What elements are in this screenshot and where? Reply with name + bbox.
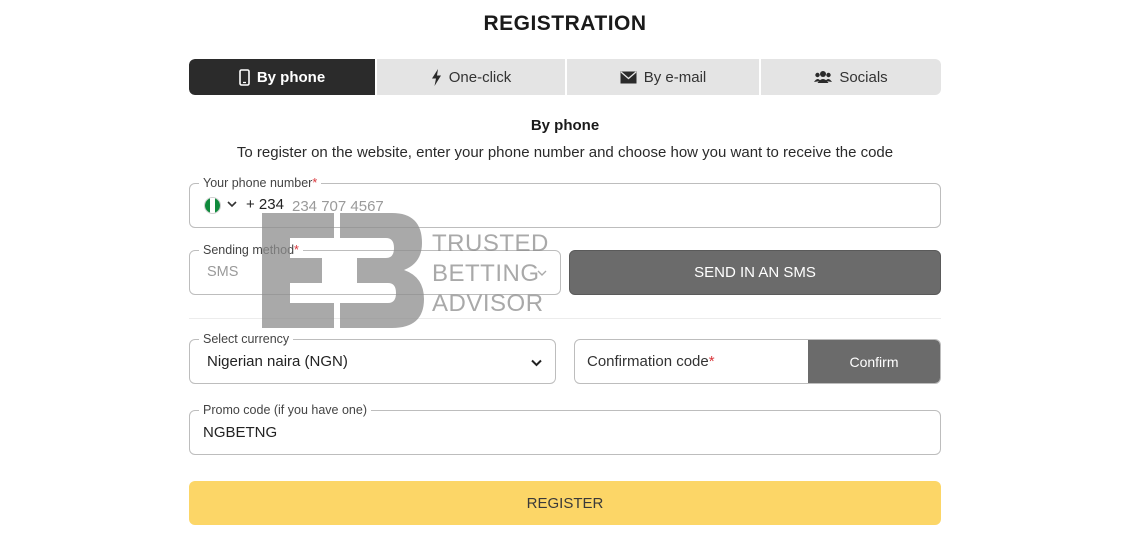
divider	[189, 318, 941, 319]
tab-by-phone[interactable]: By phone	[189, 59, 377, 95]
lightning-icon	[431, 68, 441, 86]
promo-code-value: NGBETNG	[203, 424, 278, 441]
sending-method-label: Sending method*	[199, 242, 303, 258]
register-button[interactable]: REGISTER	[189, 481, 941, 525]
confirmation-code-placeholder: Confirmation code*	[587, 353, 715, 370]
users-icon	[814, 71, 833, 83]
tab-label: By phone	[256, 68, 326, 86]
tab-label: One-click	[448, 68, 512, 86]
registration-tabs: By phone One-click By e-mail Socials	[189, 59, 941, 95]
promo-code-field[interactable]: Promo code (if you have one) NGBETNG	[189, 402, 941, 455]
confirm-button[interactable]: Confirm	[808, 340, 940, 383]
tab-label: Socials	[839, 68, 888, 86]
send-sms-button[interactable]: SEND IN AN SMS	[569, 250, 941, 295]
confirmation-code-field[interactable]: Confirmation code*	[575, 340, 808, 383]
currency-label: Select currency	[199, 331, 294, 347]
envelope-icon	[620, 71, 637, 83]
nigeria-flag-icon[interactable]	[204, 197, 221, 214]
tab-socials[interactable]: Socials	[761, 59, 941, 95]
promo-code-label: Promo code (if you have one)	[199, 402, 371, 418]
phone-number-input[interactable]	[292, 192, 892, 220]
form-heading: By phone	[530, 117, 600, 134]
phone-number-label: Your phone number*	[199, 175, 322, 191]
currency-value: Nigerian naira (NGN)	[207, 353, 348, 370]
confirmation-code-group: Confirmation code* Confirm	[574, 339, 941, 384]
sending-method-select[interactable]: Sending method* SMS	[189, 242, 561, 295]
phone-icon	[239, 68, 250, 86]
form-description: To register on the website, enter your p…	[236, 144, 894, 161]
sending-method-value: SMS	[207, 264, 239, 280]
chevron-down-icon	[531, 359, 542, 367]
currency-select[interactable]: Select currency Nigerian naira (NGN)	[189, 331, 556, 384]
chevron-down-icon	[537, 270, 547, 276]
tab-by-email[interactable]: By e-mail	[567, 59, 761, 95]
chevron-down-icon[interactable]	[226, 198, 238, 210]
page-title: REGISTRATION	[483, 12, 647, 35]
phone-number-field: Your phone number* + 234	[189, 175, 941, 228]
tab-label: By e-mail	[643, 68, 707, 86]
dial-code: + 234	[246, 196, 284, 213]
tab-one-click[interactable]: One-click	[377, 59, 567, 95]
